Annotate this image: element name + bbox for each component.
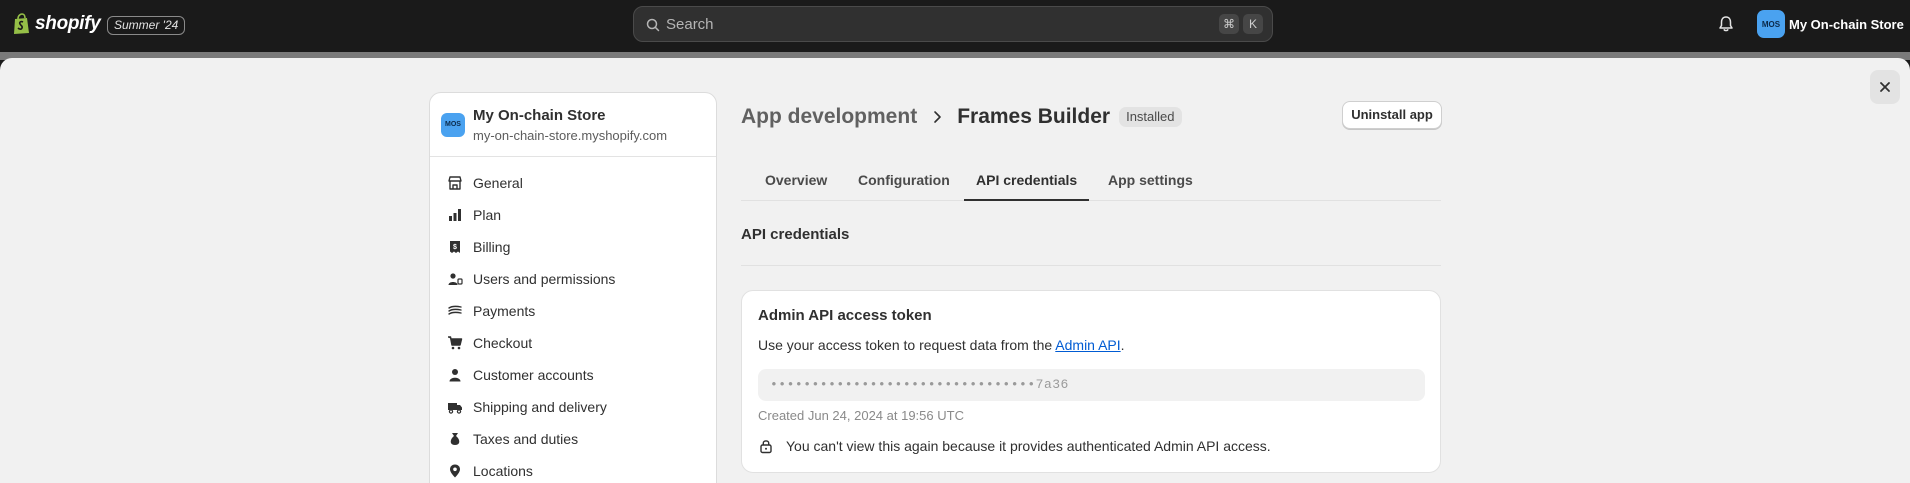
sidebar-item-shipping[interactable]: Shipping and delivery [430, 391, 716, 423]
search-bar[interactable]: ⌘ K [633, 6, 1273, 42]
search-input[interactable] [666, 7, 1186, 41]
card-description: Use your access token to request data fr… [758, 337, 1125, 353]
tab-overview[interactable]: Overview [753, 154, 839, 201]
sidebar-item-taxes[interactable]: Taxes and duties [430, 423, 716, 455]
settings-sidebar: MOS My On-chain Store my-on-chain-store.… [429, 92, 717, 483]
created-timestamp: Created Jun 24, 2024 at 19:56 UTC [758, 408, 964, 423]
sidebar-item-locations[interactable]: Locations [430, 455, 716, 483]
lock-icon [760, 440, 772, 454]
shopify-logo[interactable]: shopify [12, 13, 101, 35]
sidebar-item-label: General [473, 175, 523, 191]
person-icon [449, 369, 461, 382]
store-icon [448, 176, 462, 190]
sidebar-item-billing[interactable]: $ Billing [430, 231, 716, 263]
warning-text: You can't view this again because it pro… [786, 438, 1271, 454]
sidebar-item-label: Billing [473, 239, 511, 255]
store-name: My On-chain Store [1789, 16, 1904, 32]
status-badge: Installed [1119, 107, 1182, 127]
tax-icon [450, 433, 460, 445]
page-title: Frames Builder [957, 105, 1111, 128]
chevron-right-icon [934, 111, 941, 123]
sidebar-item-label: Plan [473, 207, 502, 223]
admin-api-token-card: Admin API access token Use your access t… [741, 290, 1441, 473]
svg-text:$: $ [453, 244, 457, 251]
sidebar-item-label: Customer accounts [473, 367, 594, 383]
sidebar-item-users[interactable]: Users and permissions [430, 263, 716, 295]
admin-api-link[interactable]: Admin API [1055, 337, 1120, 353]
search-icon [646, 18, 660, 32]
store-avatar: MOS [441, 112, 465, 137]
users-icon [448, 273, 463, 285]
store-header[interactable]: MOS My On-chain Store my-on-chain-store.… [430, 93, 716, 157]
sidebar-item-label: Taxes and duties [473, 431, 579, 447]
tab-api-credentials[interactable]: API credentials [964, 154, 1090, 201]
app-tabs: Overview Configuration API credentials A… [741, 154, 1441, 201]
sidebar-item-payments[interactable]: Payments [430, 295, 716, 327]
token-warning: You can't view this again because it pro… [758, 438, 1271, 454]
top-bar: shopify Summer '24 ⌘ K MOS My On-chain S… [0, 0, 1910, 52]
breadcrumb-app-development[interactable]: App development [741, 105, 917, 129]
store-menu-button[interactable]: MOS My On-chain Store [1757, 10, 1904, 38]
sidebar-item-label: Users and permissions [473, 271, 616, 287]
sidebar-item-checkout[interactable]: Checkout [430, 327, 716, 359]
uninstall-app-button[interactable]: Uninstall app [1342, 101, 1442, 129]
tab-configuration[interactable]: Configuration [846, 154, 962, 201]
sidebar-item-customer-accounts[interactable]: Customer accounts [430, 359, 716, 391]
section-title: API credentials [741, 226, 850, 243]
sidebar-store-name: My On-chain Store [473, 106, 606, 124]
location-icon [450, 464, 460, 478]
access-token-field[interactable]: ••••••••••••••••••••••••••••••••7a36 [758, 369, 1425, 401]
sidebar-store-url: my-on-chain-store.myshopify.com [473, 127, 668, 143]
edition-badge[interactable]: Summer '24 [107, 16, 186, 35]
close-settings-button[interactable] [1870, 70, 1900, 104]
sidebar-item-label: Shipping and delivery [473, 399, 607, 415]
cart-icon [448, 336, 463, 350]
sidebar-item-label: Payments [473, 303, 536, 319]
card-description-suffix: . [1120, 337, 1125, 353]
title-row: App development Frames Builder Installed [741, 102, 1441, 132]
tab-app-settings[interactable]: App settings [1096, 154, 1205, 201]
card-description-text: Use your access token to request data fr… [758, 337, 1056, 353]
sidebar-item-general[interactable]: General [430, 167, 716, 199]
divider [741, 265, 1441, 266]
k-key: K [1243, 14, 1263, 34]
command-key: ⌘ [1219, 14, 1239, 34]
store-avatar: MOS [1757, 10, 1785, 38]
truck-icon [448, 403, 462, 414]
card-title: Admin API access token [758, 307, 932, 324]
logo-text: shopify [35, 13, 101, 34]
sidebar-item-label: Locations [473, 463, 533, 479]
billing-icon: $ [450, 241, 460, 253]
payments-icon [448, 305, 462, 315]
close-icon [1880, 82, 1890, 92]
sidebar-item-label: Checkout [473, 335, 533, 351]
plan-icon [449, 209, 461, 221]
notifications-bell-icon[interactable] [1717, 15, 1735, 33]
sidebar-item-plan[interactable]: Plan [430, 199, 716, 231]
settings-nav: General Plan $ Billing Users and permiss… [430, 157, 716, 483]
shopify-bag-icon [14, 13, 29, 34]
